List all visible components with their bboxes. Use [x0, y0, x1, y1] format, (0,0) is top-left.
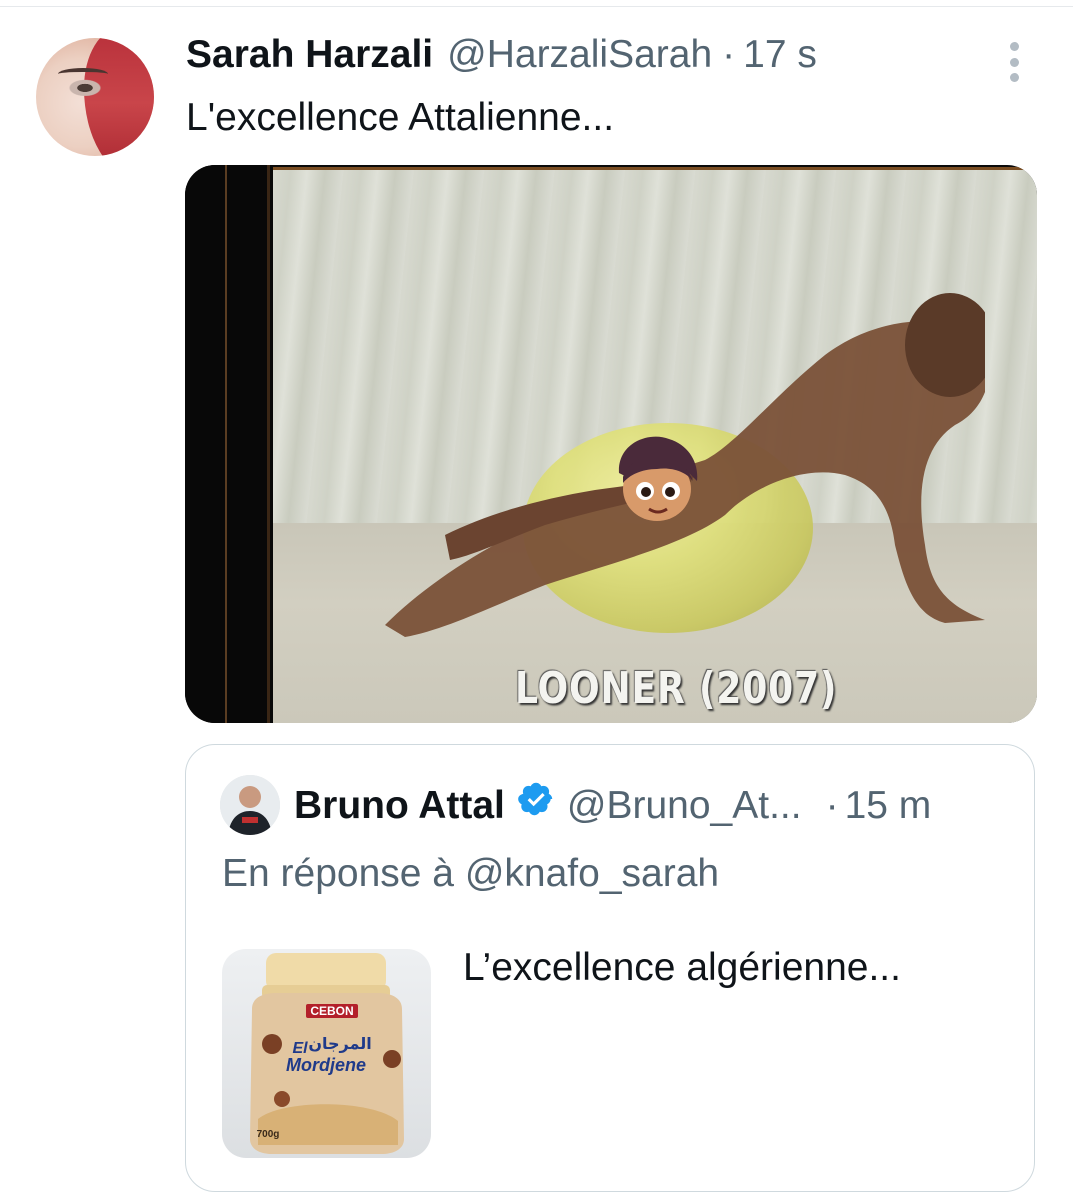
author-avatar[interactable] [36, 38, 154, 156]
quoted-author-handle[interactable]: @Bruno_At... [567, 784, 802, 828]
quoted-tweet-timestamp[interactable]: 15 m [845, 784, 932, 828]
tweet-timestamp[interactable]: 17 s [743, 33, 817, 77]
tweet-media-image[interactable]: LOONER (2007) [185, 165, 1037, 723]
product-brand: CEBON [310, 1004, 353, 1018]
more-icon[interactable] [1003, 40, 1025, 84]
separator-dot: · [722, 33, 736, 76]
quoted-tweet-header: Bruno Attal @Bruno_At... · 15 m [294, 780, 931, 828]
quoted-media-thumbnail[interactable]: CEBON المرجان El Mordjene 700g [222, 949, 431, 1158]
top-divider [0, 6, 1073, 7]
product-name-line2: Mordjene [286, 1055, 366, 1075]
tweet-text: L'excellence Attalienne... [186, 96, 615, 139]
film-strip-edge [185, 165, 273, 723]
quoted-tweet-text: L’excellence algérienne... [463, 946, 901, 989]
tweet-header: Sarah Harzali @HarzaliSarah · 17 s [186, 33, 817, 83]
cartoon-face-sticker [618, 436, 698, 521]
reply-context[interactable]: En réponse à @knafo_sarah [222, 852, 719, 896]
quoted-author-name[interactable]: Bruno Attal [294, 784, 505, 828]
quoted-author-avatar[interactable] [220, 775, 280, 835]
product-weight: 700g [257, 1129, 280, 1140]
author-handle[interactable]: @HarzaliSarah [447, 33, 712, 77]
product-arabic-name: المرجان [308, 1034, 371, 1053]
verified-badge-icon [518, 782, 553, 816]
media-caption: LOONER (2007) [515, 663, 838, 714]
separator-dot: · [825, 784, 839, 827]
author-name[interactable]: Sarah Harzali [186, 33, 433, 77]
